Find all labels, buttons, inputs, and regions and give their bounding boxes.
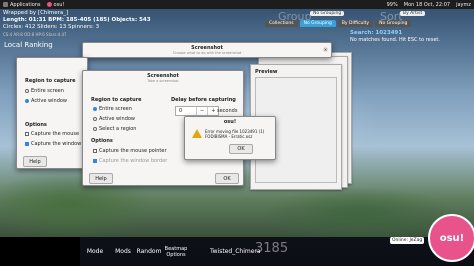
active-window-option[interactable]: Active window — [93, 116, 135, 122]
dialog-subtitle: Take a screenshot — [147, 79, 179, 83]
region-header: Region to capture — [25, 78, 76, 84]
entire-screen-option[interactable]: Entire screen — [93, 106, 132, 112]
mods-button[interactable]: Mods — [110, 237, 136, 266]
options-header: Options — [25, 122, 47, 128]
song-stats: CS:4 AR:8 OD:8 HP:6 Stars:4.47 — [3, 32, 67, 37]
clock[interactable]: Mon 18 Oct, 22:07 — [404, 2, 450, 8]
preview-label: Preview — [255, 69, 278, 75]
score-watermark: 3185 — [255, 241, 289, 256]
tab-no-grouping-2[interactable]: No Grouping — [375, 20, 412, 27]
checkbox-icon — [25, 132, 29, 136]
back-area[interactable] — [0, 237, 80, 266]
radio-icon — [93, 127, 97, 131]
osu-icon — [46, 2, 52, 7]
capture-border-option[interactable]: Capture the window — [25, 141, 81, 147]
ok-button[interactable]: OK — [215, 173, 239, 184]
battery-indicator[interactable]: 99% — [387, 2, 398, 8]
song-length: Length: 01:31 BPM: 185-405 (185) Objects… — [3, 17, 151, 23]
apps-icon — [3, 2, 8, 7]
entire-screen-option[interactable]: Entire screen — [25, 88, 64, 94]
result-title: Screenshot — [191, 45, 223, 51]
online-users[interactable]: Online: JeZag — [390, 237, 425, 244]
delay-unit: seconds — [217, 108, 238, 114]
random-button[interactable]: Random — [136, 237, 162, 266]
error-message: Error moving file 1023491 (1) FODIBISMA … — [205, 129, 265, 139]
result-subtitle: Choose what to do with the screenshot — [172, 51, 242, 55]
group-dropdown[interactable]: No Grouping — [310, 11, 345, 16]
tab-by-difficulty[interactable]: By Difficulty — [337, 20, 374, 27]
region-header: Region to capture — [91, 97, 142, 103]
close-icon[interactable]: × — [323, 47, 328, 52]
tab-collections[interactable]: Collections — [265, 20, 298, 27]
filter-tabs: Collections No Grouping By Difficulty No… — [265, 20, 412, 27]
search-query: Search: 1023491 — [350, 30, 403, 36]
radio-icon — [25, 89, 29, 93]
checkbox-checked-icon — [25, 142, 29, 146]
sort-dropdown[interactable]: By Artist — [400, 11, 426, 16]
delay-spinner[interactable]: 0 − + — [175, 106, 220, 116]
osu-logo-button[interactable]: osu! — [428, 214, 474, 262]
active-window-option[interactable]: Active window — [25, 98, 67, 104]
help-button-back[interactable]: Help — [23, 156, 47, 167]
delay-header: Delay before capturing — [171, 97, 236, 103]
song-info: Wrapped by [Chimera_] Length: 01:31 BPM:… — [3, 10, 151, 38]
error-ok-button[interactable]: OK — [229, 144, 253, 154]
error-dialog: osu! Error moving file 1023491 (1) FODIB… — [184, 116, 276, 160]
search-box[interactable]: Search: 1023491 No matches found. Hit ES… — [350, 30, 440, 44]
user-menu[interactable]: jaymz — [456, 2, 471, 8]
tab-no-grouping[interactable]: No Grouping — [299, 20, 336, 27]
osu-taskbar-item[interactable]: osu! — [44, 2, 68, 8]
delay-value: 0 — [179, 108, 183, 114]
mode-button[interactable]: Mode — [82, 237, 108, 266]
dialog-title: Screenshot — [147, 73, 179, 79]
capture-border-option[interactable]: Capture the window border — [93, 158, 167, 164]
local-ranking-label[interactable]: Local Ranking — [4, 41, 53, 49]
radio-icon — [93, 117, 97, 121]
screenshot-dialog-back: Region to capture Entire screen Active w… — [16, 57, 88, 169]
checkbox-icon — [93, 149, 97, 153]
error-title: osu! — [223, 119, 237, 125]
top-panel: Applications osu! 99% Mon 18 Oct, 22:07 … — [0, 0, 474, 9]
capture-pointer-option[interactable]: Capture the mouse pointer — [93, 148, 167, 154]
beatmap-options-button[interactable]: Beatmap Options — [163, 237, 189, 266]
warning-icon — [192, 129, 202, 138]
select-region-option[interactable]: Select a region — [93, 126, 136, 132]
radio-selected-icon — [25, 99, 29, 103]
capture-mouse-option[interactable]: Capture the mouse — [25, 131, 79, 137]
minus-button[interactable]: − — [196, 107, 207, 115]
radio-selected-icon — [93, 107, 97, 111]
applications-menu[interactable]: Applications — [0, 2, 44, 8]
checkbox-checked-icon — [93, 159, 97, 163]
screenshot-result-dialog: Screenshot Choose what to do with the sc… — [82, 42, 332, 58]
help-button[interactable]: Help — [89, 173, 113, 184]
song-title: Wrapped by [Chimera_] — [3, 10, 69, 16]
options-header: Options — [91, 138, 113, 144]
song-objects: Circles: 412 Sliders: 13 Spinners: 3 — [3, 24, 100, 30]
search-hint: No matches found. Hit ESC to reset. — [350, 37, 440, 43]
